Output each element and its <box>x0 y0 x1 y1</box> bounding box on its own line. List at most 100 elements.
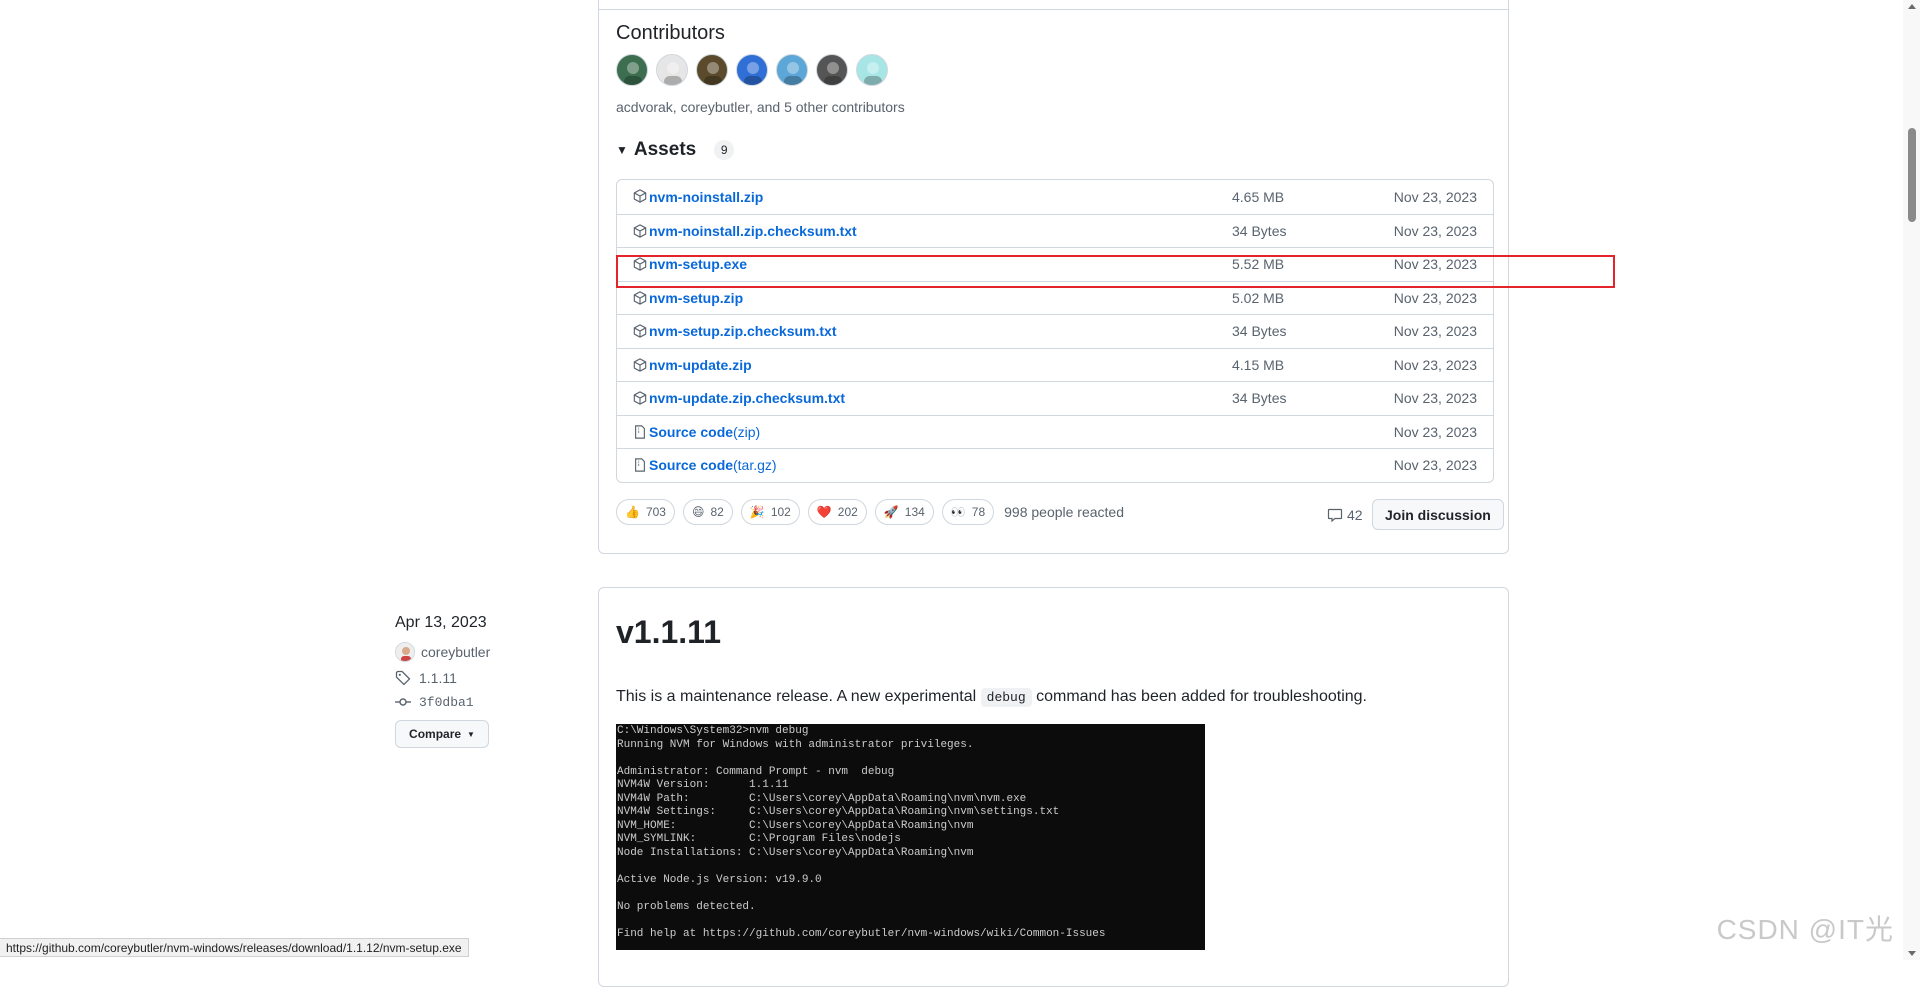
terminal-screenshot: C:\Windows\System32>nvm debug Running NV… <box>616 724 1205 950</box>
asset-link-suffix: (tar.gz) <box>733 457 777 474</box>
asset-size: 4.15 MB <box>1232 356 1285 373</box>
contributor-avatar[interactable] <box>656 54 688 86</box>
package-icon <box>633 290 647 305</box>
asset-date: Nov 23, 2023 <box>1393 390 1477 407</box>
scroll-down-arrow[interactable] <box>1908 951 1916 956</box>
compare-button[interactable]: Compare ▼ <box>395 720 489 748</box>
comment-count[interactable]: 42 <box>1327 507 1363 523</box>
release-card-latest: Contributors acdvorak, coreybutler, and … <box>598 0 1509 554</box>
package-icon <box>633 257 647 271</box>
release-card-v1-1-11: v1.1.11 This is a maintenance release. A… <box>598 587 1509 987</box>
contributors-heading: Contributors <box>616 22 725 44</box>
asset-row: nvm-setup.exe 5.52 MB Nov 23, 2023 <box>617 247 1493 281</box>
asset-row: nvm-setup.zip 5.02 MB Nov 23, 2023 <box>617 280 1493 315</box>
tag-name: 1.1.11 <box>419 670 457 686</box>
comment-icon <box>1327 508 1343 523</box>
contributor-avatar[interactable] <box>856 54 888 86</box>
inline-code: debug <box>980 688 1032 707</box>
reaction-emoji: 👍 <box>625 505 640 519</box>
contributor-avatars <box>616 54 888 86</box>
reaction-button[interactable]: 🚀 134 <box>874 499 934 525</box>
reactions-bar: 👍 703 😄 82 🎉 102 ❤️ 202 🚀 134 👀 78 998 people reacte… <box>616 499 1124 525</box>
release-commit[interactable]: 3f0dba1 <box>395 694 545 710</box>
asset-date: Nov 23, 2023 <box>1393 256 1477 273</box>
asset-link[interactable]: nvm-setup.zip.checksum.txt <box>649 323 837 339</box>
status-bar-url: https://github.com/coreybutler/nvm-windo… <box>0 938 469 957</box>
contributor-avatar[interactable] <box>776 54 808 86</box>
contributor-avatar[interactable] <box>696 54 728 86</box>
assets-count-badge: 9 <box>714 140 735 160</box>
asset-row: nvm-setup.zip.checksum.txt 34 Bytes Nov 23… <box>617 314 1493 348</box>
asset-row: nvm-update.zip.checksum.txt 34 Bytes Nov 2… <box>617 381 1493 415</box>
reaction-button[interactable]: 🎉 102 <box>740 499 800 525</box>
package-icon <box>633 223 647 238</box>
reaction-emoji: 🚀 <box>883 505 899 519</box>
asset-date: Nov 23, 2023 <box>1393 323 1477 340</box>
assets-list: nvm-noinstall.zip 4.65 MB Nov 23, 2023 nvm-… <box>616 179 1494 483</box>
package-icon <box>633 189 647 203</box>
reaction-count: 82 <box>710 505 724 519</box>
asset-date: Nov 23, 2023 <box>1393 457 1477 474</box>
contributors-summary: acdvorak, coreybutler, and 5 other contr… <box>616 99 905 115</box>
asset-date: Nov 23, 2023 <box>1393 188 1477 205</box>
divider <box>599 9 1508 10</box>
scrollbar-thumb[interactable] <box>1908 128 1916 222</box>
reaction-count: 202 <box>837 505 858 519</box>
reaction-button[interactable]: 👍 703 <box>616 499 675 525</box>
triangle-down-icon: ▼ <box>616 143 628 157</box>
asset-date: Nov 23, 2023 <box>1393 222 1477 239</box>
commit-sha: 3f0dba1 <box>419 694 474 710</box>
reactions-summary: 998 people reacted <box>1004 504 1124 520</box>
asset-size: 5.52 MB <box>1232 256 1285 273</box>
reaction-count: 703 <box>645 505 666 519</box>
comment-count-value: 42 <box>1347 507 1363 523</box>
release-date: Apr 13, 2023 <box>395 614 487 631</box>
asset-size: 34 Bytes <box>1232 323 1287 340</box>
scroll-up-arrow[interactable] <box>1908 4 1916 9</box>
join-discussion-button[interactable]: Join discussion <box>1372 499 1504 530</box>
avatar <box>395 642 415 662</box>
reaction-button[interactable]: 😄 82 <box>682 499 733 525</box>
author-name: coreybutler <box>421 644 491 660</box>
scrollbar[interactable] <box>1903 0 1920 960</box>
compare-label: Compare <box>409 727 462 741</box>
asset-row: Source code (zip) Nov 23, 2023 <box>617 414 1493 449</box>
reaction-emoji: 🎉 <box>749 505 765 519</box>
asset-row: nvm-noinstall.zip.checksum.txt 34 Bytes No… <box>617 213 1493 248</box>
release-title[interactable]: v1.1.11 <box>616 614 721 651</box>
asset-size: 5.02 MB <box>1232 289 1285 306</box>
release-tag[interactable]: 1.1.11 <box>395 670 545 686</box>
asset-row: Source code (tar.gz) Nov 23, 2023 <box>617 448 1493 482</box>
commit-icon <box>395 698 411 706</box>
assets-toggle[interactable]: ▼ Assets 9 <box>616 139 735 161</box>
contributor-avatar[interactable] <box>816 54 848 86</box>
contributor-avatar[interactable] <box>736 54 768 86</box>
release-description: This is a maintenance release. A new exp… <box>616 688 1367 707</box>
asset-link[interactable]: nvm-update.zip <box>649 357 752 373</box>
asset-link[interactable]: Source code <box>649 424 733 440</box>
release-author[interactable]: coreybutler <box>395 642 545 662</box>
asset-link[interactable]: nvm-noinstall.zip <box>649 189 763 205</box>
reaction-button[interactable]: ❤️ 202 <box>807 499 867 525</box>
description-text: command has been added for troubleshooti… <box>1031 688 1367 705</box>
reaction-count: 134 <box>904 505 925 519</box>
asset-row: nvm-noinstall.zip 4.65 MB Nov 23, 2023 <box>617 180 1493 214</box>
package-icon <box>633 391 647 405</box>
asset-link[interactable]: nvm-update.zip.checksum.txt <box>649 390 845 406</box>
asset-link[interactable]: nvm-setup.exe <box>649 256 747 272</box>
reaction-count: 102 <box>770 505 791 519</box>
reaction-emoji: 😄 <box>691 505 705 519</box>
reaction-button[interactable]: 👀 78 <box>941 499 995 525</box>
asset-link[interactable]: nvm-setup.zip <box>649 290 743 306</box>
package-icon <box>633 357 647 372</box>
contributor-avatar[interactable] <box>616 54 648 86</box>
tag-icon <box>395 670 411 686</box>
file-zip-icon <box>633 458 647 472</box>
asset-link[interactable]: nvm-noinstall.zip.checksum.txt <box>649 223 857 239</box>
triangle-down-icon: ▼ <box>467 729 475 739</box>
asset-size: 4.65 MB <box>1232 188 1285 205</box>
reaction-count: 78 <box>971 505 986 519</box>
asset-link[interactable]: Source code <box>649 457 733 473</box>
asset-size: 34 Bytes <box>1232 390 1287 407</box>
asset-date: Nov 23, 2023 <box>1393 423 1477 440</box>
